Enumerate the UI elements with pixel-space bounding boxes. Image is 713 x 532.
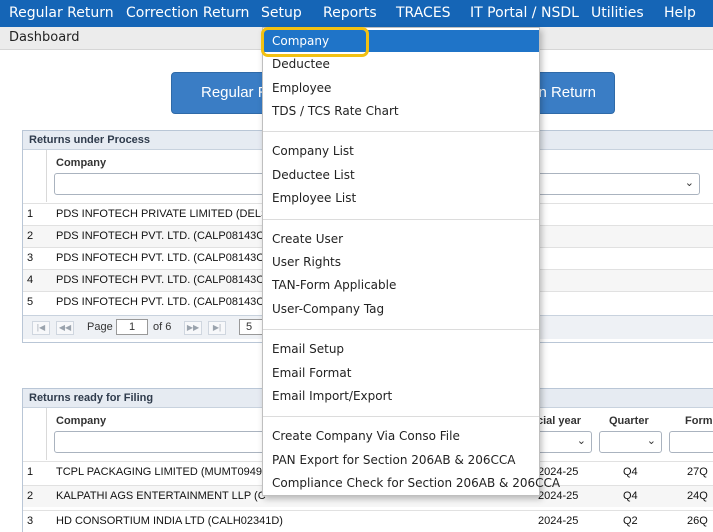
prev-page-icon[interactable]: ◀◀ [56, 321, 74, 335]
next-page-icon[interactable]: ▶▶ [184, 321, 202, 335]
last-page-icon[interactable]: ▶| [208, 321, 226, 335]
menu-item-user-company-tag[interactable]: User-Company Tag [272, 302, 384, 316]
regular-return-button-label: Regular R [201, 84, 269, 101]
row-company: HD CONSORTIUM INDIA LTD (CALH02341D) [56, 515, 283, 527]
row-quarter: Q4 [623, 490, 638, 502]
row-form: 27Q [687, 466, 708, 478]
form-filter-select[interactable] [669, 431, 713, 453]
row-company: PDS INFOTECH PVT. LTD. (CALP08143C [56, 296, 265, 308]
correction-return-button-label: n Return [538, 84, 596, 101]
menu-item-create-user[interactable]: Create User [272, 232, 343, 246]
menu-item-compliance-check-206ab[interactable]: Compliance Check for Section 206AB & 206… [272, 476, 560, 490]
row-quarter: Q2 [623, 515, 638, 527]
menu-reports[interactable]: Reports [323, 0, 377, 27]
row-form: 24Q [687, 490, 708, 502]
table-row[interactable]: 3 HD CONSORTIUM INDIA LTD (CALH02341D) 2… [23, 510, 713, 532]
column-header-company: Company [56, 415, 107, 427]
menu-item-tan-form-applicable[interactable]: TAN-Form Applicable [272, 278, 396, 292]
menu-item-deductee[interactable]: Deductee [272, 57, 330, 71]
annotation-highlight-ring [261, 27, 369, 57]
row-number: 2 [27, 230, 34, 242]
row-quarter: Q4 [623, 466, 638, 478]
row-number: 3 [27, 252, 34, 264]
page-count: of 6 [153, 321, 172, 333]
menu-item-pan-export-206ab[interactable]: PAN Export for Section 206AB & 206CCA [272, 453, 515, 467]
row-company: PDS INFOTECH PVT. LTD. (CALP08143C [56, 252, 265, 264]
row-year: 2024-25 [538, 490, 579, 502]
menu-divider [263, 329, 539, 330]
setup-dropdown-menu: Company Deductee Employee TDS / TCS Rate… [262, 27, 560, 496]
chevron-down-icon: ⌄ [576, 434, 586, 447]
menu-item-deductee-list[interactable]: Deductee List [272, 168, 355, 182]
menu-regular-return[interactable]: Regular Return [9, 0, 114, 27]
row-number: 3 [27, 515, 34, 527]
row-number: 1 [27, 466, 34, 478]
menu-divider [263, 219, 539, 220]
menu-divider [263, 131, 539, 132]
row-year: 2024-25 [538, 515, 579, 527]
menu-item-employee[interactable]: Employee [272, 81, 331, 95]
quarter-filter-select[interactable]: ⌄ [599, 431, 662, 453]
menu-item-create-company-via-conso-file[interactable]: Create Company Via Conso File [272, 429, 460, 443]
top-menu-bar: Regular Return Correction Return Setup R… [0, 0, 713, 27]
menu-item-tds-tcs-rate-chart[interactable]: TDS / TCS Rate Chart [272, 104, 399, 118]
menu-item-email-format[interactable]: Email Format [272, 366, 351, 380]
row-company: PDS INFOTECH PRIVATE LIMITED (DELS [56, 208, 269, 220]
menu-item-company-list[interactable]: Company List [272, 144, 354, 158]
menu-correction-return[interactable]: Correction Return [126, 0, 249, 27]
menu-item-employee-list[interactable]: Employee List [272, 191, 356, 205]
chevron-down-icon: ⌄ [684, 176, 694, 189]
menu-help[interactable]: Help [664, 0, 696, 27]
menu-divider [263, 416, 539, 417]
row-company: PDS INFOTECH PVT. LTD. (CALP08143C [56, 230, 265, 242]
row-number: 1 [27, 208, 34, 220]
row-number: 5 [27, 296, 34, 308]
menu-item-email-import-export[interactable]: Email Import/Export [272, 389, 392, 403]
row-number-header [23, 408, 47, 460]
row-number: 4 [27, 274, 34, 286]
page-number-input[interactable]: 1 [116, 319, 148, 335]
first-page-icon[interactable]: |◀ [32, 321, 50, 335]
column-header-company: Company [56, 157, 107, 169]
menu-it-portal-nsdl[interactable]: IT Portal / NSDL [470, 0, 579, 27]
menu-item-email-setup[interactable]: Email Setup [272, 342, 344, 356]
menu-item-user-rights[interactable]: User Rights [272, 255, 341, 269]
chevron-down-icon: ⌄ [646, 434, 656, 447]
page-label: Page [87, 321, 113, 333]
row-company: PDS INFOTECH PVT. LTD. (CALP08143C [56, 274, 265, 286]
column-header-quarter: Quarter [609, 415, 649, 427]
menu-setup[interactable]: Setup [261, 0, 302, 27]
menu-utilities[interactable]: Utilities [591, 0, 644, 27]
row-number-header [23, 150, 47, 202]
row-form: 26Q [687, 515, 708, 527]
row-number: 2 [27, 490, 34, 502]
menu-traces[interactable]: TRACES [396, 0, 451, 27]
breadcrumb: Dashboard [9, 30, 80, 45]
column-header-financial-year: cial year [537, 415, 582, 427]
column-header-form: Form [685, 415, 713, 427]
